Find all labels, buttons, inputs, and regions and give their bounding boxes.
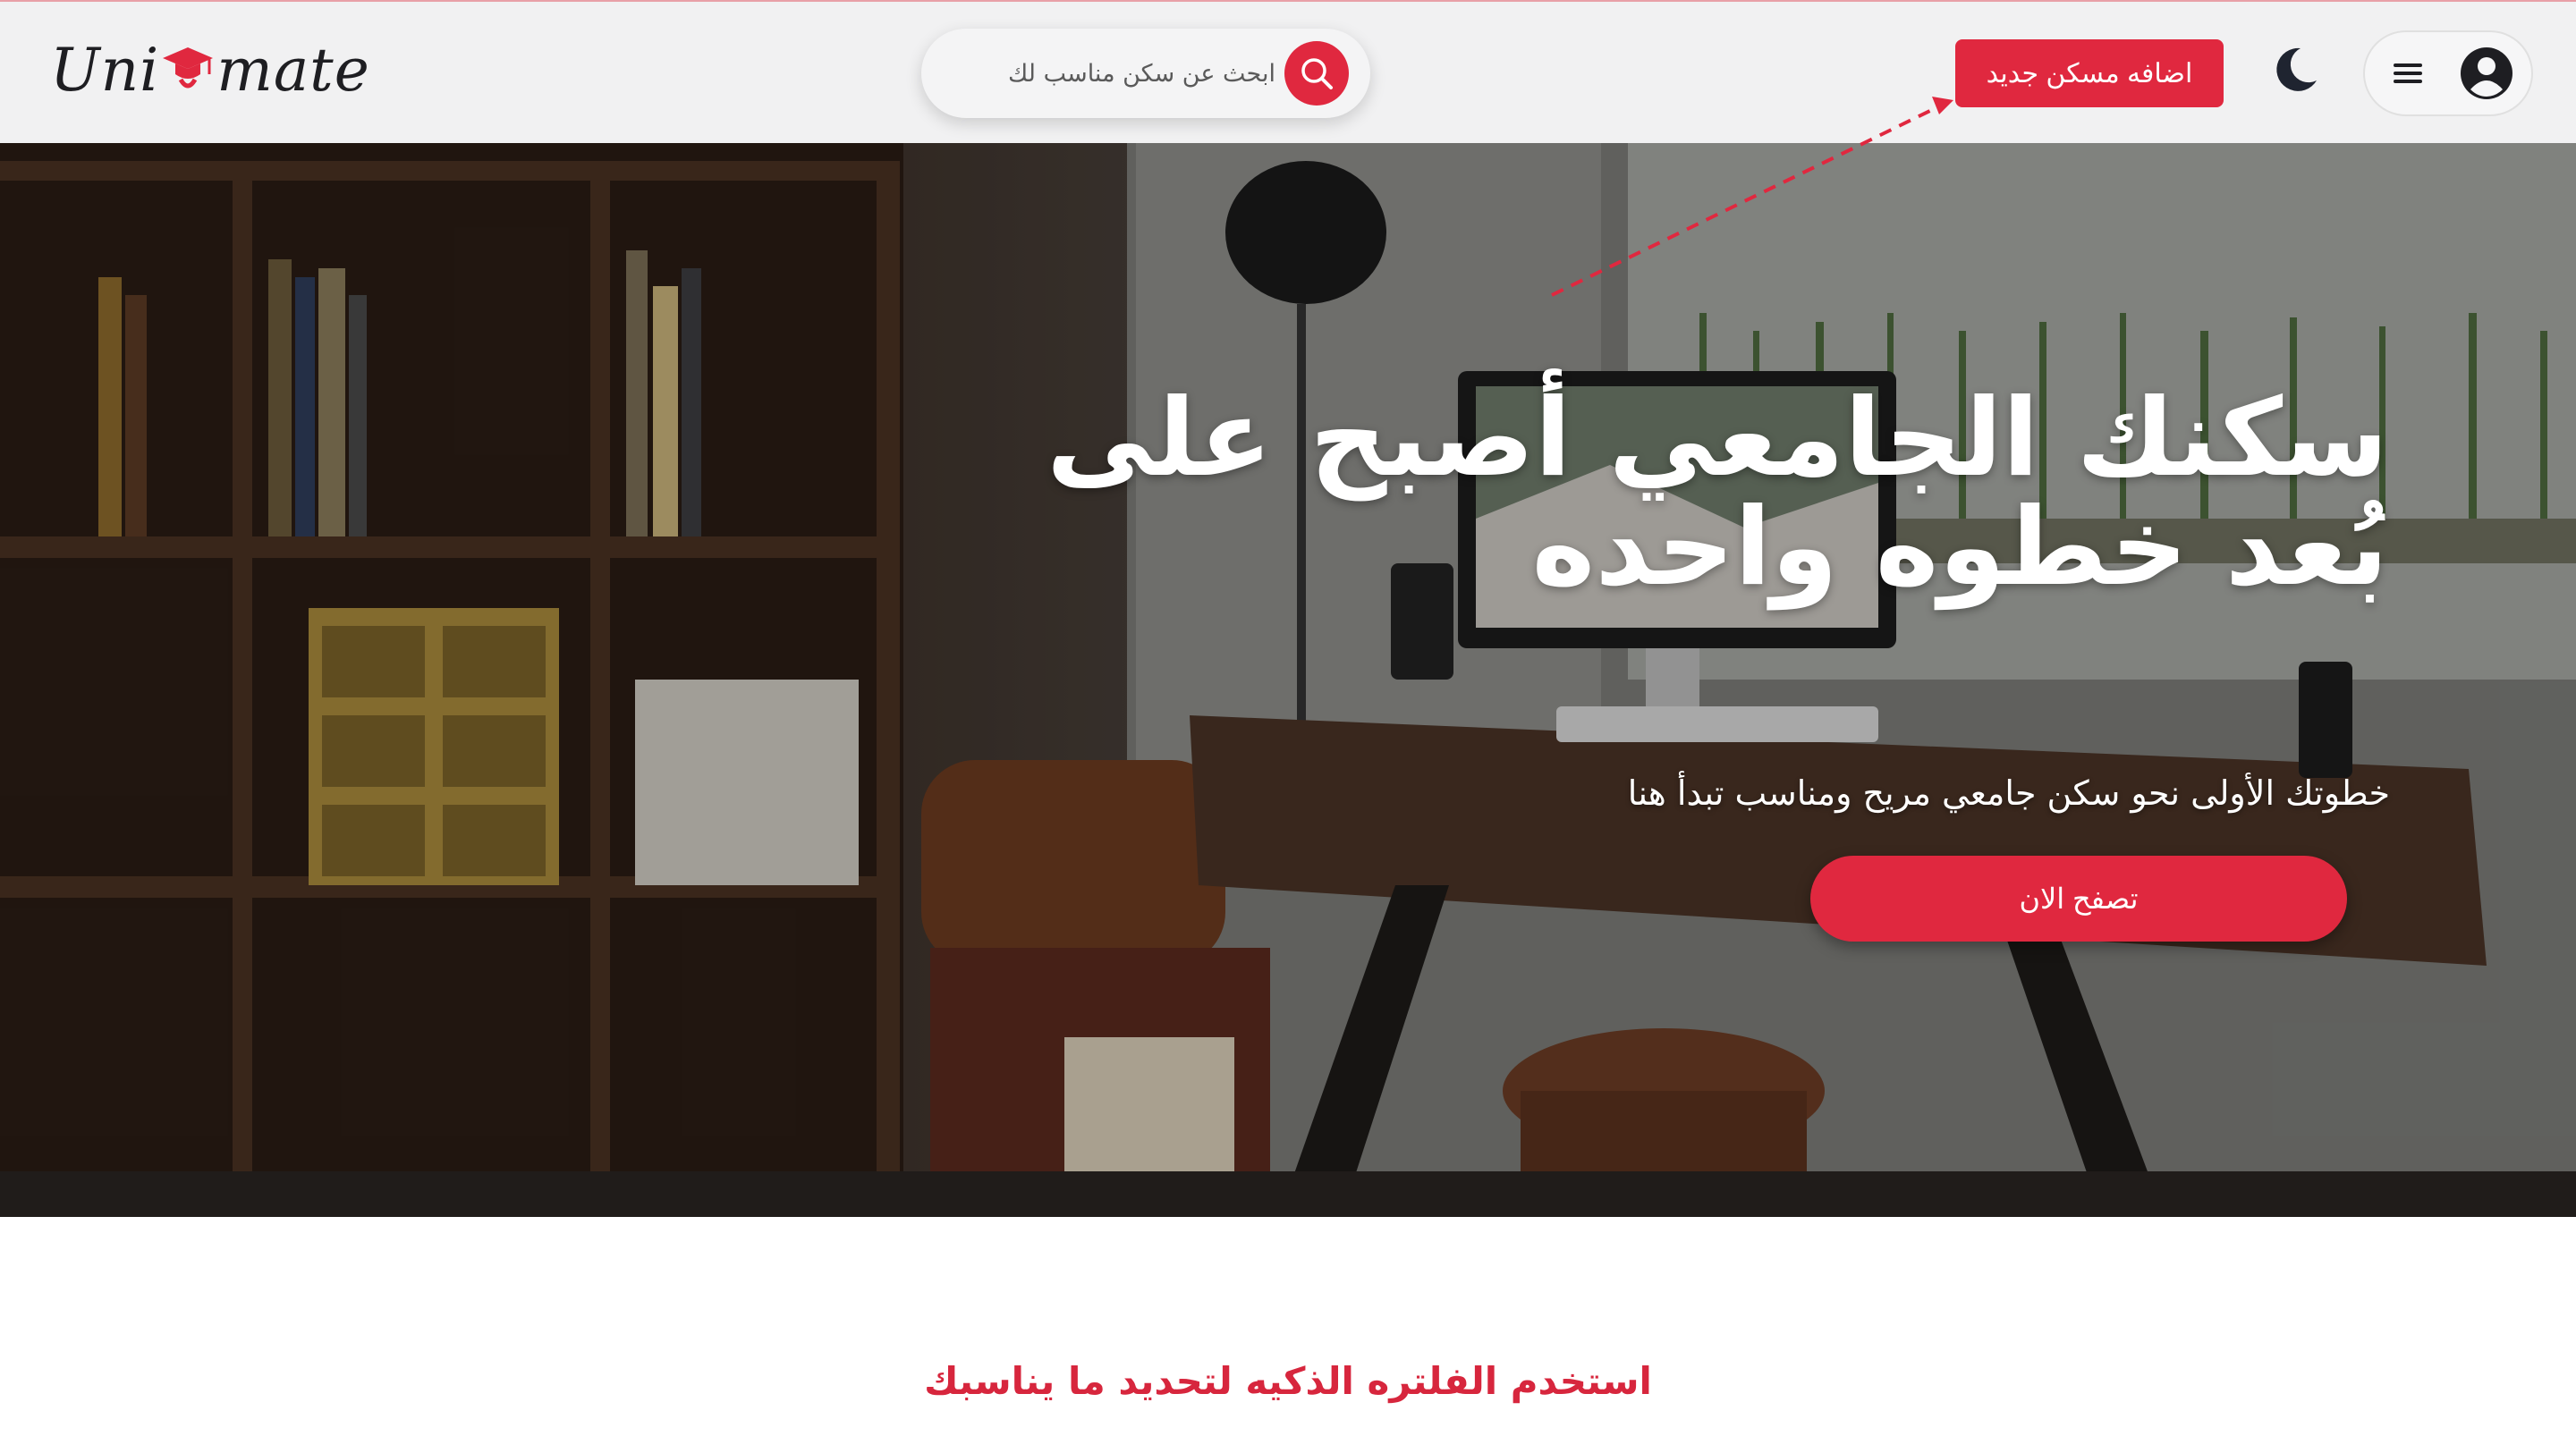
search-icon [1301, 58, 1333, 89]
logo-text-uni: Uni [50, 35, 160, 105]
hero-title: سكنك الجامعي أصبح على بُعد خطوه واحده [1046, 376, 2388, 610]
search-button[interactable] [1284, 41, 1349, 106]
add-new-housing-label: اضافه مسكن جديد [1986, 58, 2193, 89]
search-input[interactable] [975, 45, 1275, 102]
add-new-housing-button[interactable]: اضافه مسكن جديد [1955, 39, 2224, 107]
hero-subtitle: خطوتك الأولى نحو سكن جامعي مريح ومناسب ت… [1627, 773, 2390, 813]
logo[interactable]: Uni mate [50, 34, 370, 106]
account-menu[interactable] [2363, 30, 2533, 116]
smart-filter-heading: استخدم الفلتره الذكيه لتحديد ما يناسبك [924, 1359, 1652, 1403]
hero-overlay [0, 143, 2576, 1217]
browse-now-button[interactable]: تصفح الان [1810, 856, 2347, 942]
site-header: Uni mate اضافه مسكن جديد [0, 2, 2576, 143]
browse-now-label: تصفح الان [2019, 883, 2139, 915]
hero-section: سكنك الجامعي أصبح على بُعد خطوه واحده خط… [0, 143, 2576, 1217]
logo-text-mate: mate [216, 35, 370, 105]
page: Uni mate اضافه مسكن جديد [0, 0, 2576, 1453]
hamburger-icon [2394, 63, 2422, 83]
graduation-cap-icon [163, 47, 214, 89]
user-circle-icon [2461, 47, 2512, 99]
moon-icon[interactable] [2267, 43, 2322, 98]
search-bar [921, 29, 1370, 118]
